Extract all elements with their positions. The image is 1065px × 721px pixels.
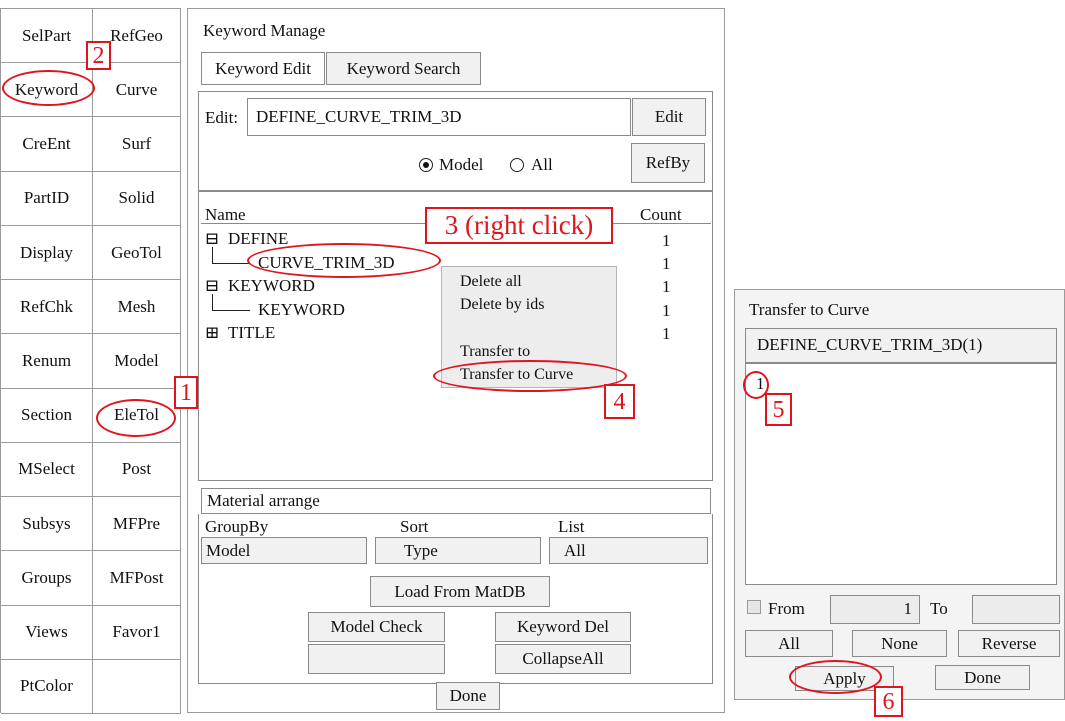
menu-button-mselect[interactable]: MSelect bbox=[1, 442, 93, 498]
tab-keyword-search[interactable]: Keyword Search bbox=[326, 52, 481, 85]
tree-connector bbox=[212, 294, 213, 310]
tool-menu-grid: SelPart Keyword CreEnt PartID Display RefChk R… bbox=[0, 8, 181, 714]
radio-all-label: All bbox=[531, 155, 553, 174]
tree-count: 1 bbox=[662, 301, 671, 320]
tree-expand-icon[interactable]: ⊟ bbox=[205, 276, 219, 296]
tree-item-keyword[interactable]: KEYWORD bbox=[228, 276, 315, 296]
menu-button-surf[interactable]: Surf bbox=[93, 117, 181, 172]
refby-button[interactable]: RefBy bbox=[631, 143, 705, 183]
material-arrange-label: Material arrange bbox=[201, 488, 711, 514]
transfer-to-curve-panel: Transfer to Curve DEFINE_CURVE_TRIM_3D(1… bbox=[734, 289, 1065, 700]
annotation-oval-eletol bbox=[96, 399, 176, 437]
annotation-step-2: 2 bbox=[86, 41, 111, 70]
menu-button-solid[interactable]: Solid bbox=[93, 171, 181, 226]
panel-title: Keyword Manage bbox=[203, 21, 326, 40]
menu-button-partid[interactable]: PartID bbox=[1, 171, 93, 226]
menu-button-section[interactable]: Section bbox=[1, 388, 93, 443]
tree-expand-icon[interactable]: ⊞ bbox=[205, 323, 219, 343]
tree-connector bbox=[212, 247, 213, 263]
load-from-matdb-button[interactable]: Load From MatDB bbox=[370, 576, 550, 607]
sort-select[interactable]: Type bbox=[375, 537, 541, 564]
list-label: List bbox=[558, 517, 585, 536]
transfer-done-button[interactable]: Done bbox=[935, 665, 1030, 690]
tree-expand-icon[interactable]: ⊟ bbox=[205, 229, 219, 249]
menu-item-delete-by-ids[interactable]: Delete by ids bbox=[460, 296, 544, 314]
menu-button-model[interactable]: Model bbox=[93, 334, 181, 389]
column-count-header: Count bbox=[640, 205, 682, 224]
tree-count: 1 bbox=[662, 231, 671, 250]
to-label: To bbox=[930, 599, 948, 618]
radio-all[interactable] bbox=[510, 158, 524, 172]
tab-keyword-edit[interactable]: Keyword Edit bbox=[201, 52, 325, 85]
menu-button-renum[interactable]: Renum bbox=[1, 334, 93, 389]
edit-button[interactable]: Edit bbox=[632, 98, 706, 136]
to-input[interactable] bbox=[972, 595, 1060, 624]
tree-connector bbox=[212, 263, 250, 264]
edit-label: Edit: bbox=[205, 108, 239, 127]
menu-item-delete-all[interactable]: Delete all bbox=[460, 273, 522, 291]
keyword-del-button[interactable]: Keyword Del bbox=[495, 612, 631, 642]
tree-count: 1 bbox=[662, 324, 671, 343]
menu-button-favor1[interactable]: Favor1 bbox=[93, 605, 181, 660]
annotation-step-4: 4 bbox=[604, 384, 635, 419]
annotation-step-3: 3 (right click) bbox=[425, 207, 613, 244]
column-name-header: Name bbox=[205, 205, 246, 224]
reverse-button[interactable]: Reverse bbox=[958, 630, 1060, 657]
menu-button-selpart[interactable]: SelPart bbox=[1, 9, 93, 64]
done-button[interactable]: Done bbox=[436, 682, 500, 710]
menu-item-transfer-to[interactable]: Transfer to bbox=[460, 343, 530, 361]
tree-count: 1 bbox=[662, 277, 671, 296]
menu-button-mfpre[interactable]: MFPre bbox=[93, 497, 181, 552]
menu-button-mfpost[interactable]: MFPost bbox=[93, 551, 181, 606]
empty-button[interactable] bbox=[308, 644, 445, 674]
annotation-oval-keyword bbox=[2, 70, 95, 106]
transfer-panel-title: Transfer to Curve bbox=[749, 300, 870, 319]
from-label: From bbox=[768, 599, 805, 618]
menu-button-groups[interactable]: Groups bbox=[1, 551, 93, 606]
from-input[interactable]: 1 bbox=[830, 595, 920, 624]
none-button[interactable]: None bbox=[852, 630, 947, 657]
from-checkbox[interactable] bbox=[747, 600, 761, 614]
annotation-oval-transfer-to-curve bbox=[433, 360, 627, 392]
menu-button-geotol[interactable]: GeoTol bbox=[93, 225, 181, 281]
menu-button-empty[interactable] bbox=[93, 659, 181, 714]
tree-item-title[interactable]: TITLE bbox=[228, 323, 275, 343]
menu-button-views[interactable]: Views bbox=[1, 605, 93, 660]
menu-button-curve[interactable]: Curve bbox=[93, 63, 181, 118]
groupby-label: GroupBy bbox=[205, 517, 269, 536]
menu-button-post[interactable]: Post bbox=[93, 442, 181, 498]
annotation-step-5: 5 bbox=[765, 393, 792, 426]
collapse-all-button[interactable]: CollapseAll bbox=[495, 644, 631, 674]
annotation-step-6: 6 bbox=[874, 686, 903, 717]
groupby-select[interactable]: Model bbox=[201, 537, 367, 564]
menu-button-subsys[interactable]: Subsys bbox=[1, 497, 93, 552]
tree-item-define[interactable]: DEFINE bbox=[228, 229, 288, 249]
tree-connector bbox=[212, 310, 250, 311]
radio-model-label: Model bbox=[439, 155, 484, 174]
menu-button-ptcolor[interactable]: PtColor bbox=[1, 659, 93, 714]
all-button[interactable]: All bbox=[745, 630, 833, 657]
list-select[interactable]: All bbox=[549, 537, 708, 564]
menu-button-mesh[interactable]: Mesh bbox=[93, 280, 181, 335]
edit-keyword-field[interactable]: DEFINE_CURVE_TRIM_3D bbox=[247, 98, 631, 136]
tree-item-keyword-child[interactable]: KEYWORD bbox=[258, 300, 345, 320]
menu-button-refchk[interactable]: RefChk bbox=[1, 280, 93, 335]
sort-label: Sort bbox=[400, 517, 429, 536]
radio-model[interactable] bbox=[419, 158, 433, 172]
annotation-oval-curve-trim bbox=[247, 243, 441, 278]
annotation-step-1: 1 bbox=[174, 376, 198, 409]
transfer-list-header: DEFINE_CURVE_TRIM_3D(1) bbox=[745, 328, 1057, 363]
tree-count: 1 bbox=[662, 254, 671, 273]
annotation-oval-apply bbox=[789, 660, 882, 694]
menu-button-display[interactable]: Display bbox=[1, 225, 93, 281]
menu-button-creent[interactable]: CreEnt bbox=[1, 117, 93, 172]
model-check-button[interactable]: Model Check bbox=[308, 612, 445, 642]
